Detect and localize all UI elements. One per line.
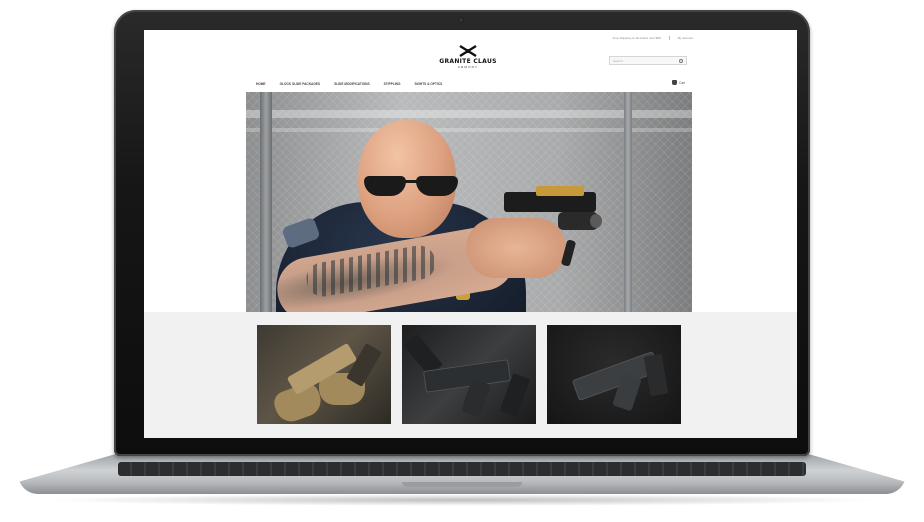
nav-item-stippling[interactable]: Stippling — [384, 82, 401, 86]
search-input[interactable]: Search... — [609, 56, 687, 65]
main-nav: Home Glock Slide Packages Slide Modifica… — [256, 82, 442, 86]
magazine — [643, 353, 669, 397]
topbar-divider — [668, 36, 670, 40]
fence-pole — [624, 92, 632, 312]
crossed-tools-icon — [459, 44, 477, 58]
laptop-shadow — [40, 494, 884, 506]
laptop-notch — [402, 482, 522, 487]
webcam — [458, 17, 464, 23]
nav-item-home[interactable]: Home — [256, 82, 266, 86]
cart-label: Cart — [678, 80, 685, 85]
lens-right — [416, 176, 458, 196]
handgun-slide — [536, 186, 584, 196]
search-placeholder: Search... — [613, 58, 626, 63]
weapon-light-lens — [590, 214, 602, 228]
nav-item-slide-modifications[interactable]: Slide Modifications — [334, 82, 370, 86]
topbar-account-link[interactable]: My account — [678, 36, 693, 40]
nav-item-glock-slide-packages[interactable]: Glock Slide Packages — [280, 82, 321, 86]
product-thumbnail-1[interactable] — [257, 325, 391, 424]
nav-item-sights-optics[interactable]: Sights & Optics — [414, 82, 442, 86]
lens-left — [364, 176, 406, 196]
fence-pole — [260, 92, 272, 312]
cart-link[interactable]: Cart — [671, 80, 685, 85]
logo-text: GRANITE CLAUS — [439, 58, 497, 65]
sunglasses — [364, 176, 462, 196]
topbar-shipping-link[interactable]: Free shipping on all orders over $99 — [613, 36, 661, 40]
site-logo[interactable]: GRANITE CLAUS ARMORY — [428, 44, 508, 70]
laptop-keyboard — [118, 462, 806, 476]
topbar: Free shipping on all orders over $99 My … — [613, 36, 693, 40]
screen: Free shipping on all orders over $99 My … — [144, 30, 797, 438]
product-thumbnail-2[interactable] — [402, 325, 536, 424]
product-thumbnail-3[interactable] — [547, 325, 681, 424]
hero-image[interactable] — [246, 92, 692, 312]
hands — [466, 218, 566, 278]
search-icon[interactable] — [679, 58, 683, 63]
cart-icon — [671, 80, 677, 85]
logo-subtext: ARMORY — [457, 65, 479, 69]
